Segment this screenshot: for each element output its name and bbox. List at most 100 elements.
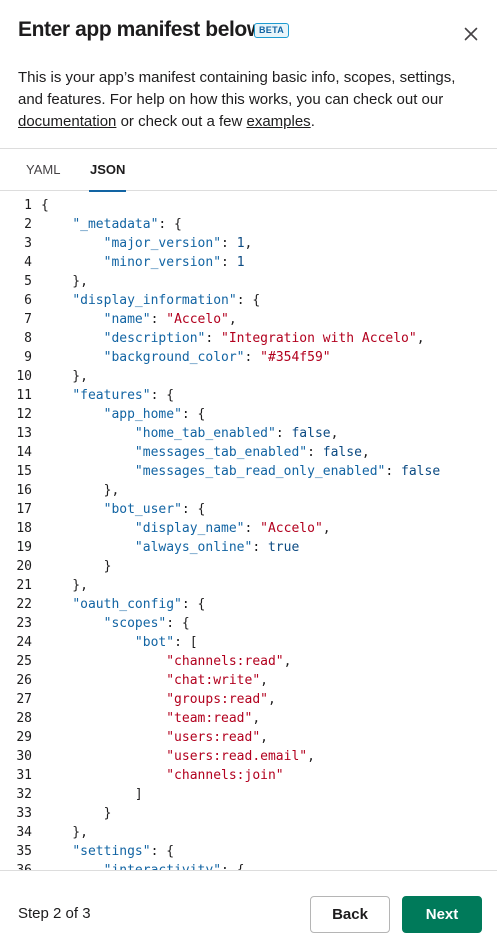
line-number: 32 (16, 787, 32, 802)
code-text: "home_tab_enabled": false, (134, 426, 339, 441)
code-line: 36 "interactivity": { (0, 861, 497, 870)
line-number: 25 (16, 654, 32, 669)
code-line: 4 "minor_version": 1 (0, 253, 497, 272)
code-line: 28 "team:read", (0, 709, 497, 728)
line-number: 17 (16, 502, 32, 517)
next-button[interactable]: Next (402, 896, 482, 933)
code-text: "features": { (72, 388, 175, 403)
code-text: "channels:join" (166, 768, 284, 783)
line-number: 33 (16, 806, 32, 821)
documentation-link[interactable]: documentation (18, 113, 116, 130)
code-text: "always_online": true (134, 540, 300, 555)
modal-header: Enter app manifest below BETA (0, 0, 497, 60)
format-tabs: YAML JSON (0, 148, 497, 192)
code-text: "settings": { (72, 844, 175, 859)
line-number: 1 (24, 198, 32, 213)
line-number: 12 (16, 407, 32, 422)
line-number: 29 (16, 730, 32, 745)
code-line: 8 "description": "Integration with Accel… (0, 329, 497, 348)
code-line: 23 "scopes": { (0, 614, 497, 633)
intro-text-after: . (310, 113, 315, 130)
line-number: 15 (16, 464, 32, 479)
line-number: 7 (24, 312, 32, 327)
code-text: "name": "Accelo", (103, 312, 237, 327)
line-number: 13 (16, 426, 32, 441)
intro-text-middle: or check out a few (116, 113, 247, 130)
line-number: 6 (24, 293, 32, 308)
code-line: 7 "name": "Accelo", (0, 310, 497, 329)
code-text: "chat:write", (166, 673, 268, 688)
code-line: 27 "groups:read", (0, 690, 497, 709)
code-line: 16 }, (0, 481, 497, 500)
code-line: 15 "messages_tab_read_only_enabled": fal… (0, 462, 497, 481)
line-number: 23 (16, 616, 32, 631)
code-line: 25 "channels:read", (0, 652, 497, 671)
code-text: "messages_tab_enabled": false, (134, 445, 370, 460)
code-text: "bot": [ (134, 635, 198, 650)
code-line: 6 "display_information": { (0, 291, 497, 310)
line-number: 35 (16, 844, 32, 859)
line-number: 16 (16, 483, 32, 498)
code-line: 29 "users:read", (0, 728, 497, 747)
code-line: 3 "major_version": 1, (0, 234, 497, 253)
code-text: "team:read", (166, 711, 261, 726)
code-text: "groups:read", (166, 692, 276, 707)
code-text: "description": "Integration with Accelo"… (103, 331, 425, 346)
code-text: } (41, 559, 112, 574)
manifest-code-editor[interactable]: 1{2 "_metadata": {3 "major_version": 1, 4… (0, 192, 497, 870)
examples-link[interactable]: examples (246, 113, 310, 130)
code-line: 30 "users:read.email", (0, 747, 497, 766)
code-text: }, (41, 274, 88, 289)
code-text: } (41, 806, 112, 821)
code-line: 14 "messages_tab_enabled": false, (0, 443, 497, 462)
line-number: 30 (16, 749, 32, 764)
code-line: 19 "always_online": true (0, 538, 497, 557)
line-number: 24 (16, 635, 32, 650)
line-number: 19 (16, 540, 32, 555)
code-text: "display_information": { (72, 293, 261, 308)
line-number: 20 (16, 559, 32, 574)
line-number: 14 (16, 445, 32, 460)
back-button[interactable]: Back (310, 896, 390, 933)
code-line: 5 }, (0, 272, 497, 291)
code-line: 2 "_metadata": { (0, 215, 497, 234)
code-line: 12 "app_home": { (0, 405, 497, 424)
code-text: "bot_user": { (103, 502, 206, 517)
line-number: 34 (16, 825, 32, 840)
code-line: 11 "features": { (0, 386, 497, 405)
code-text: "oauth_config": { (72, 597, 206, 612)
line-number: 8 (24, 331, 32, 346)
code-line: 31 "channels:join" (0, 766, 497, 785)
code-text: "channels:read", (166, 654, 292, 669)
code-line: 22 "oauth_config": { (0, 595, 497, 614)
close-icon[interactable] (461, 24, 481, 44)
code-text: { (41, 198, 49, 213)
code-line: 10 }, (0, 367, 497, 386)
line-number: 2 (24, 217, 32, 232)
tab-json[interactable]: JSON (88, 149, 127, 192)
line-number: 31 (16, 768, 32, 783)
modal-footer: Step 2 of 3 Back Next (0, 870, 497, 946)
code-line: 33 } (0, 804, 497, 823)
code-line: 1{ (0, 196, 497, 215)
code-text: }, (41, 369, 88, 384)
line-number: 5 (24, 274, 32, 289)
code-line: 35 "settings": { (0, 842, 497, 861)
code-text: "app_home": { (103, 407, 206, 422)
tab-yaml[interactable]: YAML (26, 149, 60, 191)
page-title: Enter app manifest below (18, 18, 263, 41)
code-text: }, (41, 578, 88, 593)
line-number: 9 (24, 350, 32, 365)
code-line: 21 }, (0, 576, 497, 595)
beta-badge: BETA (254, 23, 290, 38)
line-number: 27 (16, 692, 32, 707)
code-line: 32 ] (0, 785, 497, 804)
code-text: "users:read.email", (166, 749, 315, 764)
code-text: "interactivity": { (41, 861, 245, 870)
line-number: 22 (16, 597, 32, 612)
line-number: 11 (16, 388, 32, 403)
code-text: ] (41, 787, 143, 802)
code-line: 20 } (0, 557, 497, 576)
code-text: "scopes": { (103, 616, 190, 631)
step-indicator: Step 2 of 3 (18, 905, 91, 922)
